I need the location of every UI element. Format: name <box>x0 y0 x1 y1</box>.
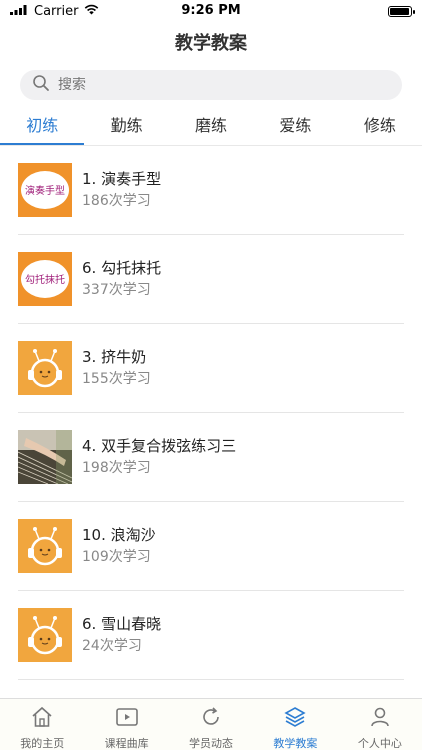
guzheng-photo <box>18 430 72 484</box>
battery-icon <box>388 5 415 17</box>
page-title: 教学教案 <box>175 33 247 54</box>
list-item[interactable]: 3. 挤牛奶 155次学习 <box>18 324 404 413</box>
layers-icon <box>283 705 307 733</box>
tabbar-label: 课程曲库 <box>104 737 149 750</box>
orange-label-thumbnail: 演奏手型 <box>18 163 72 217</box>
search-icon <box>32 74 58 96</box>
tab-qinlian[interactable]: 勤练 <box>84 108 168 145</box>
search-bar[interactable] <box>20 70 402 100</box>
lesson-count: 109次学习 <box>82 549 151 565</box>
tabbar-home[interactable]: 我的主页 <box>0 699 84 750</box>
lesson-count: 155次学习 <box>82 371 151 387</box>
thumb-label: 演奏手型 <box>25 184 65 197</box>
lesson-title: 6. 雪山春晓 <box>82 615 162 633</box>
lesson-title: 4. 双手复合拨弦练习三 <box>82 437 237 455</box>
lesson-list: 演奏手型 1. 演奏手型 186次学习 勾托抹托 6. 勾托抹托 337次学习 <box>0 146 422 680</box>
mascot-icon <box>18 519 72 573</box>
tab-chulian[interactable]: 初练 <box>0 108 85 145</box>
tabbar-label: 个人中心 <box>357 737 402 750</box>
list-item[interactable]: 演奏手型 1. 演奏手型 186次学习 <box>18 146 404 235</box>
list-item[interactable]: 6. 雪山春晓 24次学习 <box>18 591 404 680</box>
home-icon <box>30 705 54 733</box>
tab-molian[interactable]: 磨练 <box>169 108 253 145</box>
lesson-count: 198次学习 <box>82 460 151 476</box>
refresh-icon <box>199 705 223 733</box>
tabbar-profile[interactable]: 个人中心 <box>338 699 422 750</box>
person-icon <box>368 705 392 733</box>
video-icon <box>115 705 139 733</box>
category-tabs: 初练 勤练 磨练 爱练 修练 <box>0 108 422 146</box>
lesson-title: 10. 浪淘沙 <box>82 526 156 544</box>
list-item[interactable]: 10. 浪淘沙 109次学习 <box>18 502 404 591</box>
list-item[interactable]: 勾托抹托 6. 勾托抹托 337次学习 <box>18 235 404 324</box>
tab-ailian[interactable]: 爱练 <box>253 108 337 145</box>
tabbar-label: 学员动态 <box>189 737 234 750</box>
status-bar: Carrier 9:26 PM <box>0 0 422 22</box>
tabbar-lessons[interactable]: 教学教案 <box>253 699 337 750</box>
mascot-icon <box>18 608 72 662</box>
search-input[interactable] <box>58 77 358 93</box>
tabbar-label: 我的主页 <box>20 737 65 750</box>
lesson-title: 6. 勾托抹托 <box>82 259 162 277</box>
tabbar-label: 教学教案 <box>273 737 318 750</box>
tab-xiulian[interactable]: 修练 <box>338 108 422 145</box>
status-time: 9:26 PM <box>181 3 241 18</box>
thumb-label: 勾托抹托 <box>25 273 65 286</box>
orange-label-thumbnail: 勾托抹托 <box>18 252 72 306</box>
lesson-count: 337次学习 <box>82 282 151 298</box>
list-item[interactable]: 4. 双手复合拨弦练习三 198次学习 <box>18 413 404 502</box>
lesson-count: 24次学习 <box>82 638 142 654</box>
tabbar-courses[interactable]: 课程曲库 <box>84 699 168 750</box>
lesson-title: 3. 挤牛奶 <box>82 348 147 366</box>
lesson-count: 186次学习 <box>82 193 151 209</box>
lesson-title: 1. 演奏手型 <box>82 170 162 188</box>
mascot-icon <box>18 341 72 395</box>
tabbar-activity[interactable]: 学员动态 <box>169 699 253 750</box>
bottom-tab-bar: 我的主页 课程曲库 学员动态 教学教案 个人中心 <box>0 698 422 750</box>
